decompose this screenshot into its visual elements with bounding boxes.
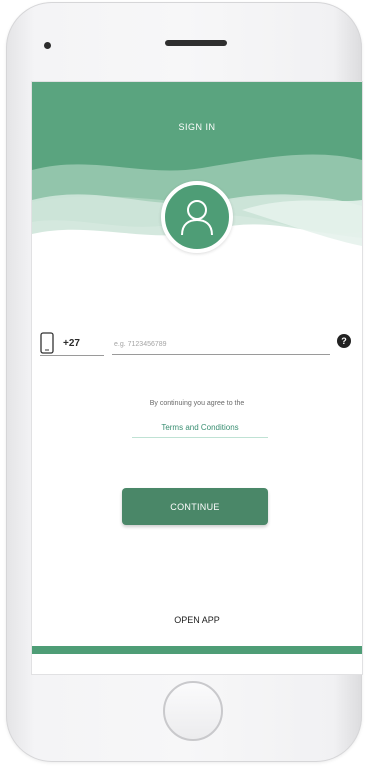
country-code-underline [40, 355, 104, 356]
page-title: SIGN IN [178, 122, 216, 132]
home-button[interactable] [163, 681, 223, 741]
app-screen: SIGN IN +27 ? By continuing you agree to… [32, 82, 362, 674]
phone-frame: SIGN IN +27 ? By continuing you agree to… [6, 2, 362, 762]
terms-and-conditions-link[interactable]: Terms and Conditions [132, 423, 268, 438]
country-code[interactable]: +27 [63, 338, 80, 349]
avatar [161, 181, 233, 253]
terms-agreement-text: By continuing you agree to the [149, 400, 245, 407]
bottom-accent-bar [32, 646, 362, 654]
continue-button[interactable]: CONTINUE [122, 488, 268, 525]
open-app-link[interactable]: OPEN APP [32, 615, 362, 625]
phone-number-input[interactable] [112, 334, 330, 355]
user-icon [181, 200, 213, 236]
phone-number-row: +27 ? [32, 330, 362, 360]
front-camera [44, 42, 51, 49]
earpiece-speaker [165, 40, 227, 46]
help-icon[interactable]: ? [337, 334, 351, 348]
stage: SIGN IN +27 ? By continuing you agree to… [0, 0, 368, 766]
mobile-phone-icon [40, 332, 54, 354]
